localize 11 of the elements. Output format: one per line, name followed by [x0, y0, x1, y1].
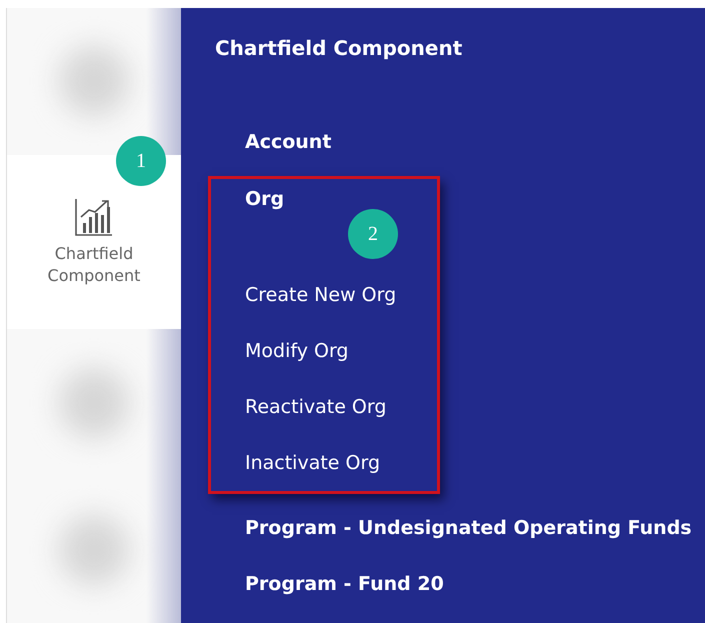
menu-item[interactable]: Modify Org: [211, 323, 437, 379]
callout-badge: 2: [348, 209, 398, 259]
menu-item[interactable]: Reactivate Org: [211, 379, 437, 435]
menu-item[interactable]: Create New Org: [211, 267, 437, 323]
bar-chart-icon: [74, 196, 114, 237]
menu-item[interactable]: Inactivate Org: [211, 435, 437, 491]
menu-heading[interactable]: Program - Undesignated Operating Funds: [181, 500, 692, 556]
sidebar-item-label: Chartfield Component: [46, 242, 142, 288]
menu-heading[interactable]: Account: [181, 114, 332, 170]
panel-title: Chartfield Component: [214, 36, 464, 58]
menu-heading[interactable]: Program - Fund 20: [181, 556, 444, 612]
